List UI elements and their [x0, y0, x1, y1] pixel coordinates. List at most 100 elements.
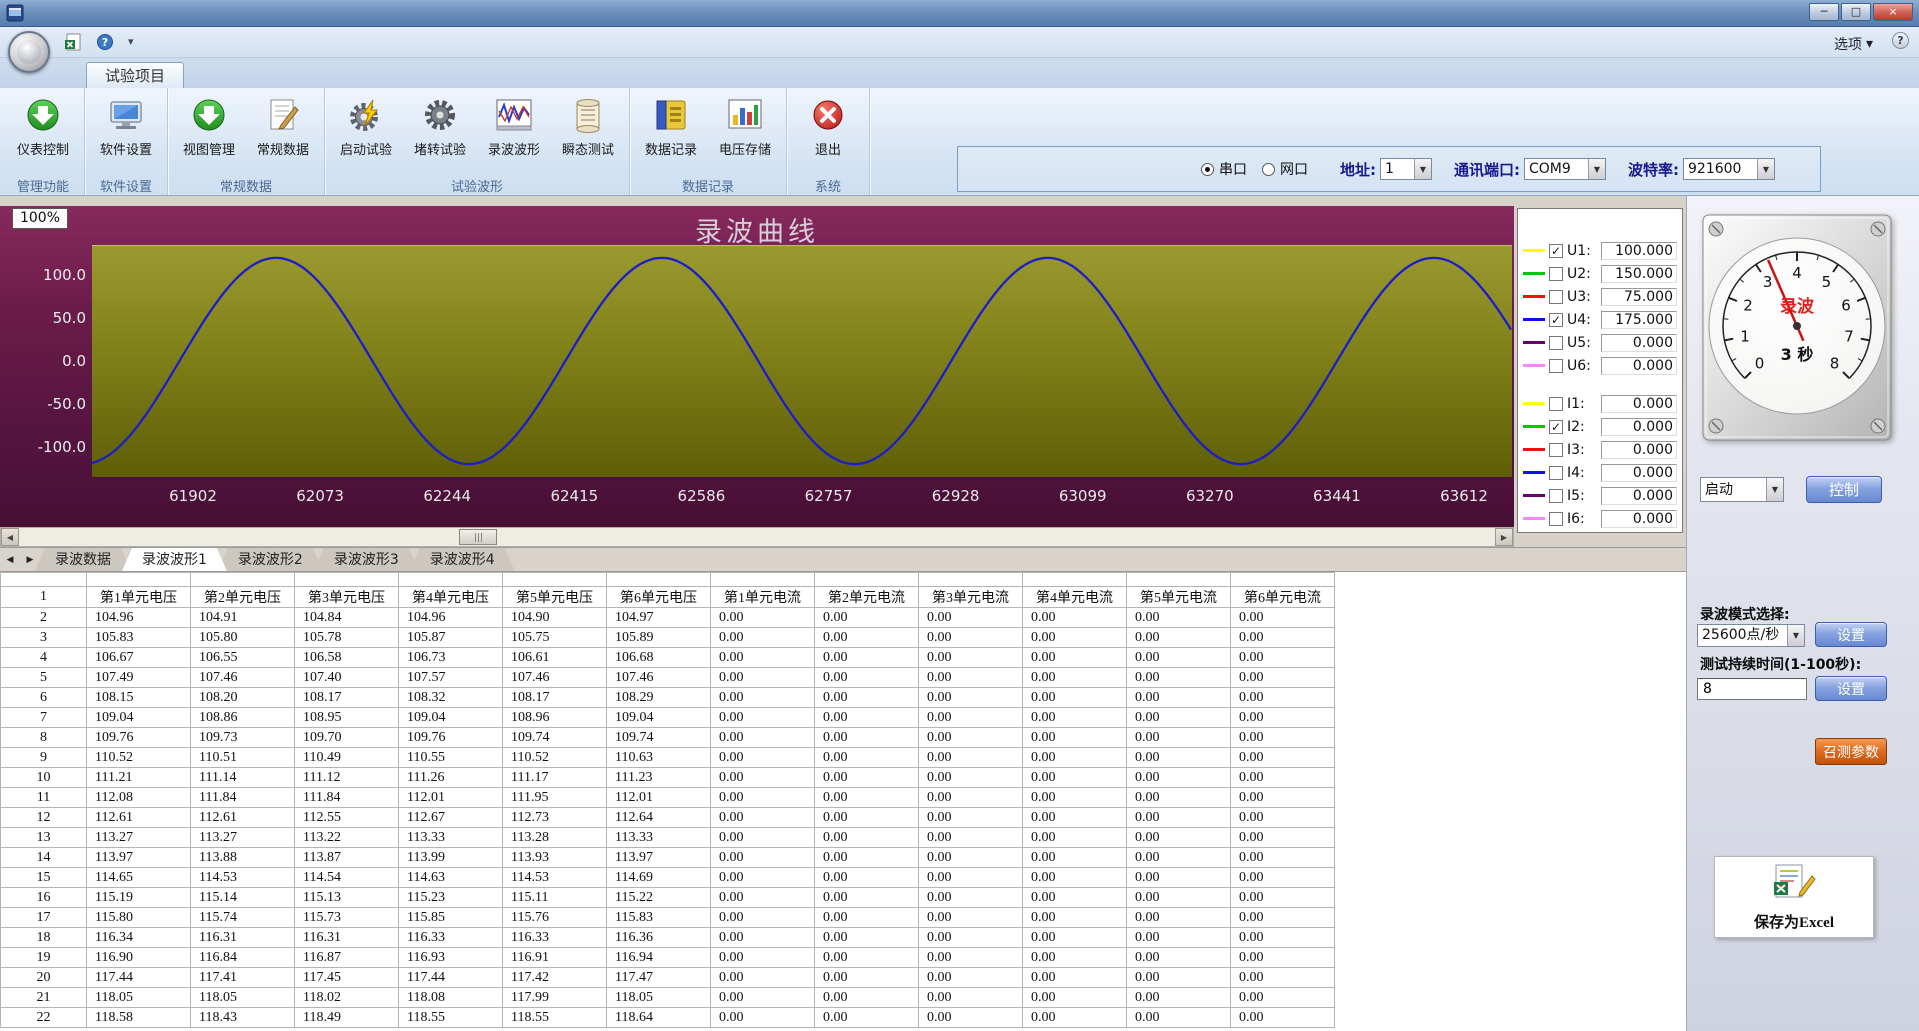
cell[interactable]: 0.00: [711, 608, 815, 628]
close-button[interactable]: ×: [1873, 3, 1913, 21]
cell[interactable]: 0.00: [1231, 788, 1335, 808]
cell[interactable]: 0.00: [1023, 968, 1127, 988]
cell[interactable]: 118.55: [399, 1008, 503, 1028]
cell[interactable]: 0.00: [919, 908, 1023, 928]
cell[interactable]: 114.53: [503, 868, 607, 888]
cell[interactable]: 0.00: [711, 788, 815, 808]
cell[interactable]: 0.00: [711, 908, 815, 928]
cell[interactable]: 0.00: [815, 808, 919, 828]
cell[interactable]: 0.00: [919, 828, 1023, 848]
column-header[interactable]: 第4单元电流: [1023, 587, 1127, 608]
row-number[interactable]: 19: [1, 948, 87, 968]
channel-checkbox[interactable]: [1549, 267, 1563, 281]
scrollbar-thumb[interactable]: [459, 529, 497, 545]
cell[interactable]: 108.17: [295, 688, 399, 708]
cell[interactable]: 111.12: [295, 768, 399, 788]
cell[interactable]: 117.42: [503, 968, 607, 988]
chevron-down-icon[interactable]: ▼: [1766, 478, 1783, 501]
cell[interactable]: 113.88: [191, 848, 295, 868]
cell[interactable]: 0.00: [1023, 988, 1127, 1008]
cell[interactable]: 0.00: [815, 888, 919, 908]
cell[interactable]: 109.73: [191, 728, 295, 748]
channel-checkbox[interactable]: [1549, 512, 1563, 526]
cell[interactable]: 0.00: [1023, 748, 1127, 768]
cell[interactable]: 0.00: [711, 808, 815, 828]
cell[interactable]: 108.96: [503, 708, 607, 728]
row-number[interactable]: 6: [1, 688, 87, 708]
row-number[interactable]: 22: [1, 1008, 87, 1028]
chevron-down-icon[interactable]: ▼: [1757, 159, 1774, 179]
row-number[interactable]: 15: [1, 868, 87, 888]
options-menu[interactable]: 选项 ▾: [1834, 34, 1873, 54]
control-button[interactable]: 控制: [1806, 476, 1882, 503]
cell[interactable]: 0.00: [919, 988, 1023, 1008]
cell[interactable]: 117.45: [295, 968, 399, 988]
cell[interactable]: 106.73: [399, 648, 503, 668]
ribbon-button[interactable]: 瞬态测试: [552, 90, 624, 158]
cell[interactable]: 118.49: [295, 1008, 399, 1028]
cell[interactable]: 0.00: [1023, 668, 1127, 688]
cell[interactable]: 115.85: [399, 908, 503, 928]
cell[interactable]: 0.00: [711, 948, 815, 968]
cell[interactable]: 0.00: [711, 748, 815, 768]
cell[interactable]: 0.00: [1231, 868, 1335, 888]
cell[interactable]: 0.00: [1127, 728, 1231, 748]
cell[interactable]: 0.00: [919, 868, 1023, 888]
chevron-down-icon[interactable]: ▼: [1414, 159, 1431, 179]
cell[interactable]: 112.55: [295, 808, 399, 828]
cell[interactable]: 0.00: [919, 648, 1023, 668]
row-number[interactable]: 14: [1, 848, 87, 868]
channel-checkbox[interactable]: [1549, 489, 1563, 503]
cell[interactable]: 115.11: [503, 888, 607, 908]
cell[interactable]: 108.29: [607, 688, 711, 708]
cell[interactable]: 0.00: [711, 928, 815, 948]
cell[interactable]: 117.44: [399, 968, 503, 988]
sheet-tab-录波波形3[interactable]: 录波波形3: [314, 548, 419, 571]
cell[interactable]: 0.00: [1023, 608, 1127, 628]
ribbon-button[interactable]: 软件设置: [90, 90, 162, 158]
cell[interactable]: 0.00: [711, 988, 815, 1008]
column-header[interactable]: 第6单元电压: [607, 587, 711, 608]
cell[interactable]: 115.19: [87, 888, 191, 908]
cell[interactable]: 106.68: [607, 648, 711, 668]
chevron-down-icon[interactable]: ▼: [1588, 159, 1605, 179]
column-header[interactable]: 第6单元电流: [1231, 587, 1335, 608]
row-number[interactable]: 4: [1, 648, 87, 668]
cell[interactable]: 105.87: [399, 628, 503, 648]
cell[interactable]: 0.00: [1023, 828, 1127, 848]
cell[interactable]: 118.64: [607, 1008, 711, 1028]
cell[interactable]: 113.93: [503, 848, 607, 868]
channel-checkbox[interactable]: [1549, 443, 1563, 457]
cell[interactable]: 0.00: [711, 688, 815, 708]
cell[interactable]: 0.00: [815, 908, 919, 928]
cell[interactable]: 104.96: [399, 608, 503, 628]
cell[interactable]: 104.91: [191, 608, 295, 628]
cell[interactable]: 0.00: [1023, 708, 1127, 728]
cell[interactable]: 0.00: [919, 708, 1023, 728]
row-number[interactable]: 2: [1, 608, 87, 628]
cell[interactable]: 118.58: [87, 1008, 191, 1028]
cell[interactable]: 108.20: [191, 688, 295, 708]
cell[interactable]: 111.21: [87, 768, 191, 788]
cell[interactable]: 118.55: [503, 1008, 607, 1028]
cell[interactable]: 0.00: [1127, 648, 1231, 668]
cell[interactable]: 116.31: [191, 928, 295, 948]
cell[interactable]: 0.00: [815, 868, 919, 888]
cell[interactable]: 105.80: [191, 628, 295, 648]
cell[interactable]: 0.00: [1231, 948, 1335, 968]
cell[interactable]: 0.00: [1023, 888, 1127, 908]
channel-checkbox[interactable]: [1549, 359, 1563, 373]
ribbon-button[interactable]: 录波波形: [478, 90, 550, 158]
cell[interactable]: 0.00: [919, 768, 1023, 788]
cell[interactable]: 0.00: [711, 888, 815, 908]
cell[interactable]: 114.54: [295, 868, 399, 888]
ribbon-button[interactable]: 启动试验: [330, 90, 402, 158]
cell[interactable]: 0.00: [1023, 928, 1127, 948]
cell[interactable]: 115.13: [295, 888, 399, 908]
cell[interactable]: 117.44: [87, 968, 191, 988]
channel-checkbox[interactable]: [1549, 466, 1563, 480]
cell[interactable]: 104.96: [87, 608, 191, 628]
cell[interactable]: 113.97: [87, 848, 191, 868]
cell[interactable]: 115.74: [191, 908, 295, 928]
cell[interactable]: 109.76: [399, 728, 503, 748]
